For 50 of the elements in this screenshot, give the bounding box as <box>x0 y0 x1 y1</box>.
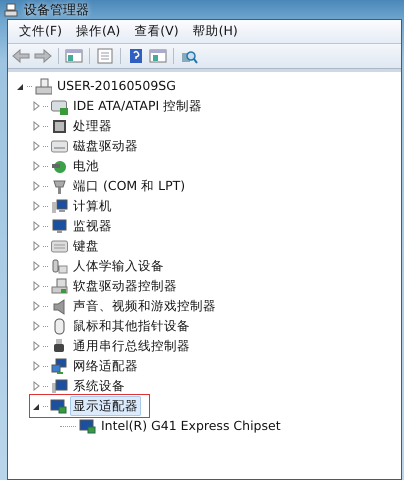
tree-item[interactable]: Intel(R) G41 Express Chipset <box>99 417 283 435</box>
chip-icon <box>51 118 68 134</box>
panel-icon <box>149 48 167 64</box>
tree-item[interactable]: 声音、视频和游戏控制器 <box>71 297 218 315</box>
computer-icon <box>51 198 68 214</box>
forward-button[interactable] <box>34 48 52 64</box>
tree-item[interactable]: 网络适配器 <box>71 357 140 375</box>
network-icon <box>51 358 68 374</box>
tree-item[interactable]: 人体学输入设备 <box>71 257 166 275</box>
tree-item[interactable]: 软盘驱动器控制器 <box>71 277 179 295</box>
help-icon <box>127 48 145 64</box>
computer-icon <box>35 78 52 94</box>
menu-item[interactable]: 操作(A) <box>68 21 128 42</box>
app-icon <box>4 2 18 16</box>
drive-icon <box>51 98 68 114</box>
help-button[interactable] <box>127 48 145 64</box>
tree-item[interactable]: 键盘 <box>71 237 101 255</box>
keyboard-icon <box>51 238 68 254</box>
display-card-icon <box>79 418 96 434</box>
tree-item[interactable]: 系统设备 <box>71 377 127 395</box>
menu-item[interactable]: 文件(F) <box>12 21 69 42</box>
floppy-drive-icon <box>51 278 68 294</box>
computer-icon <box>51 378 68 394</box>
tree-item[interactable]: 磁盘驱动器 <box>71 137 140 155</box>
drive-icon <box>51 138 68 154</box>
monitor-icon <box>51 218 68 234</box>
tree-item[interactable]: IDE ATA/ATAPI 控制器 <box>71 97 204 115</box>
display-card-icon <box>50 398 67 414</box>
plug-icon <box>51 178 68 194</box>
joystick-icon <box>51 258 68 274</box>
document-icon <box>96 48 114 64</box>
forward-arrow-icon <box>34 48 52 64</box>
tree-item[interactable]: 处理器 <box>71 117 114 135</box>
menu-item[interactable]: 帮助(H) <box>186 21 245 42</box>
action-pane-button[interactable] <box>149 48 167 64</box>
tree-item[interactable]: USER-20160509SG <box>55 77 178 95</box>
back-arrow-icon <box>12 48 30 64</box>
tree-item[interactable]: 端口 (COM 和 LPT) <box>71 177 188 195</box>
console-tree-button[interactable] <box>65 48 83 64</box>
tree-item[interactable]: 监视器 <box>71 217 114 235</box>
tree-item[interactable]: 显示适配器 <box>70 396 141 416</box>
tree-item[interactable]: 鼠标和其他指针设备 <box>71 317 192 335</box>
tree-item[interactable]: 电池 <box>71 157 101 175</box>
tree-item[interactable]: 计算机 <box>71 197 114 215</box>
tree-item[interactable]: 通用串行总线控制器 <box>71 337 192 355</box>
menu-item[interactable]: 查看(V) <box>127 21 186 42</box>
back-button[interactable] <box>12 48 30 64</box>
window-title: 设备管理器 <box>24 2 89 18</box>
panel-icon <box>65 48 83 64</box>
properties-button[interactable] <box>96 48 114 64</box>
